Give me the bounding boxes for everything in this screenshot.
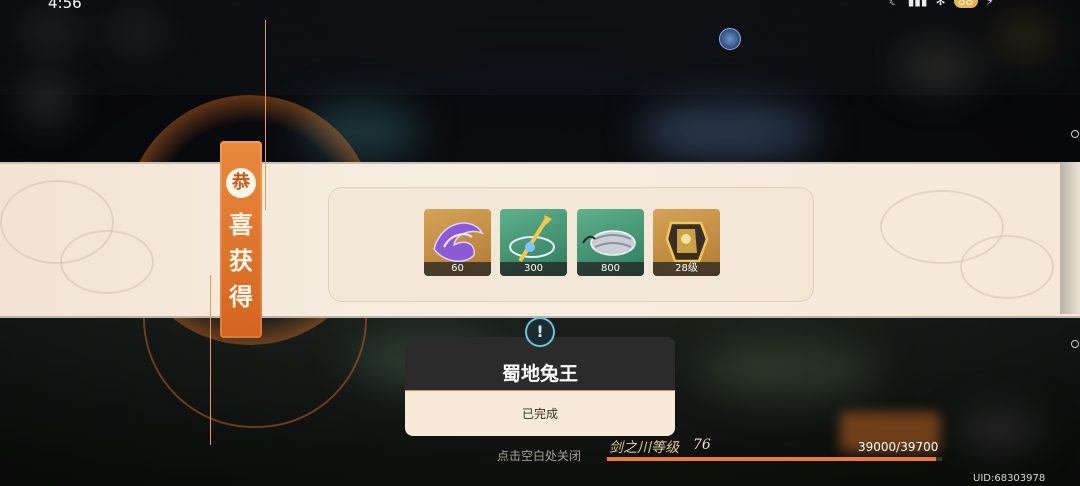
quest-status: 已完成 (521, 407, 558, 421)
reward-item[interactable]: 28级 (653, 209, 720, 276)
settings-icon: ✻ (935, 0, 946, 8)
compass-icon (719, 28, 741, 50)
congrats-label: 恭 喜 获 得 (220, 141, 262, 338)
status-time: 4:56 (48, 0, 82, 12)
decor-line (210, 275, 211, 445)
quest-title: 蜀地兔王 (501, 363, 578, 385)
tap-to-close-hint[interactable]: 点击空白处关闭 (497, 447, 581, 464)
congrats-char: 得 (229, 282, 253, 311)
battery-icon: 88 (953, 0, 978, 8)
item-count: 800 (577, 262, 644, 276)
xp-progress-bar (607, 457, 942, 461)
alert-icon: ! (525, 317, 555, 347)
congrats-char: 获 (229, 246, 253, 275)
level-value: 76 (693, 437, 711, 453)
decor-line (265, 20, 266, 210)
cloud-swirl-icon (60, 230, 154, 294)
reward-items-panel (328, 187, 814, 302)
xp-progress-fill (607, 457, 937, 461)
charging-icon: ⚡ (985, 0, 994, 8)
reward-item[interactable]: 60 (424, 209, 491, 276)
congrats-badge: 恭 (226, 168, 256, 198)
level-label: 剑之川等级 (609, 440, 679, 456)
item-count: 300 (500, 262, 567, 276)
banner-edge (1060, 162, 1080, 314)
moon-icon: ☾ (888, 0, 900, 8)
user-id: UID:68303978 (973, 473, 1046, 484)
xp-text: 39000/39700 (858, 440, 939, 454)
cloud-swirl-icon (960, 235, 1054, 299)
status-icons: ☾ ▮▮▮ ✻ 88 ⚡ (889, 0, 994, 8)
congrats-char: 喜 (229, 210, 253, 239)
signal-icon: ▮▮▮ (907, 0, 928, 8)
item-count: 60 (424, 262, 491, 276)
reward-item[interactable]: 300 (500, 209, 567, 276)
item-count: 28级 (653, 262, 720, 276)
reward-item[interactable]: 800 (577, 209, 644, 276)
